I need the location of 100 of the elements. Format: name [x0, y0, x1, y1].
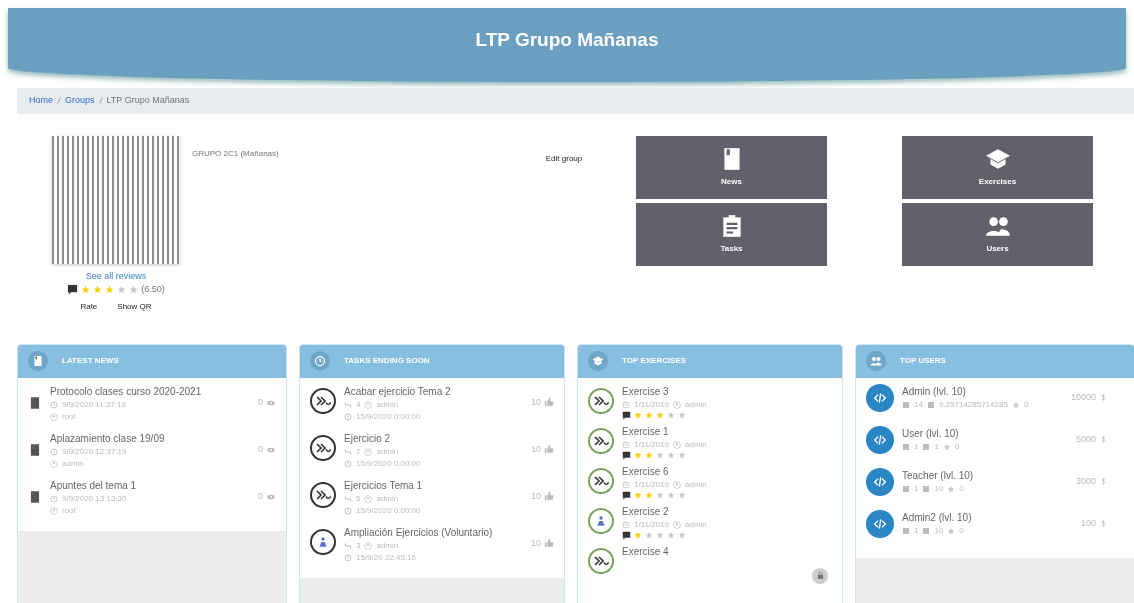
branch-icon [344, 541, 352, 550]
star-icon [634, 531, 642, 539]
clock-icon [344, 459, 352, 468]
coin-count: 5000 [1075, 432, 1096, 446]
branch-icon [344, 400, 352, 409]
news-date: 9/9/2020 13:13:30 [62, 492, 127, 505]
clock-icon [50, 400, 58, 409]
exercise-author: admin [685, 518, 707, 531]
panel-title: TOP EXERCISES [622, 355, 687, 367]
dollar-icon [1099, 518, 1108, 529]
star-icon [634, 411, 642, 419]
user-stat: 1 [914, 525, 919, 537]
breadcrumb-link[interactable]: Groups [65, 94, 95, 108]
user-icon [364, 541, 373, 550]
thumbs-up-icon [544, 491, 554, 502]
page-title: LTP Grupo Mañanas [474, 28, 660, 52]
exercise-item[interactable]: Exercise 4 [588, 543, 832, 574]
thumbs-up-icon [544, 397, 554, 408]
edit-group-button[interactable]: Edit group [522, 151, 606, 166]
star-icon [93, 285, 103, 295]
comment-icon [622, 410, 631, 420]
star-icon [656, 451, 664, 459]
star-icon [105, 285, 115, 295]
action-button[interactable]: Rate [79, 299, 99, 314]
user-name: User (lvl. 10) [902, 427, 960, 441]
like-count: 10 [531, 536, 541, 550]
square-icon [902, 527, 910, 535]
exercise-item[interactable]: Exercise 2 1/11/2019 admin [588, 503, 832, 540]
exercise-date: 1/11/2019 [634, 478, 669, 491]
nav-tile[interactable]: Tasks [636, 202, 827, 266]
comment-icon [622, 530, 631, 540]
nav-tile[interactable]: Exercises [902, 135, 1093, 199]
square-icon [922, 527, 931, 535]
clock-icon [50, 447, 58, 456]
exercise-item[interactable]: Exercise 3 1/11/2019 admin [588, 383, 832, 420]
lock-icon [815, 571, 825, 580]
user-icon [364, 494, 373, 503]
news-title: Protocolo clases curso 2020-2021 [50, 384, 202, 399]
breadcrumb-current: LTP Grupo Mañanas [106, 94, 190, 107]
user-stat: 9.25714285714285 [938, 399, 1008, 411]
dollar-icon [1099, 434, 1108, 445]
user-icon [364, 400, 373, 409]
nav-tile[interactable]: News [636, 135, 827, 199]
task-count: 7 [356, 445, 361, 458]
eye-icon [266, 399, 276, 407]
dollar-icon [1099, 392, 1108, 403]
star-icon [667, 531, 675, 539]
exercise-title: Exercise 4 [622, 544, 669, 559]
task-date: 15/9/20 22:45:16 [356, 551, 417, 564]
comment-icon [67, 284, 79, 296]
exercise-date: 1/11/2019 [634, 518, 669, 531]
branch-icon [344, 447, 352, 456]
star-icon [645, 411, 653, 419]
star-icon [656, 411, 664, 419]
panel-title: TASKS ENDING SOON [344, 355, 430, 367]
exercise-author: admin [685, 398, 707, 411]
star-icon [634, 491, 642, 499]
like-count: 10 [531, 442, 541, 456]
clock-icon [344, 553, 352, 562]
star-icon [667, 491, 675, 499]
exercise-item[interactable]: Exercise 6 1/11/2019 admin [588, 463, 832, 500]
star-icon [942, 443, 951, 451]
star-icon [947, 527, 956, 535]
user-icon [50, 506, 58, 515]
breadcrumb-link[interactable]: Home [29, 94, 53, 108]
clock-icon [622, 440, 630, 449]
nav-tile[interactable]: Users [902, 202, 1093, 266]
star-icon [667, 411, 675, 419]
user-stat: 14 [914, 399, 923, 411]
exercise-title: Exercise 6 [622, 464, 670, 479]
action-button[interactable]: Show QR [116, 299, 153, 314]
star-icon [645, 531, 653, 539]
book-icon [28, 442, 42, 458]
thumbs-up-icon [544, 444, 554, 455]
rating-score: (6.50) [141, 283, 165, 296]
exercise-date: 1/11/2019 [634, 398, 669, 411]
panel-title: LATEST NEWS [62, 355, 119, 367]
branch-icon [344, 494, 352, 503]
news-author: admin [62, 457, 84, 470]
star-icon [656, 531, 664, 539]
reviews-link[interactable]: See all reviews [85, 269, 147, 283]
square-icon [922, 443, 931, 451]
star-icon [1011, 401, 1020, 409]
coin-count: 10000 [1070, 390, 1096, 404]
panel-title: TOP USERS [900, 355, 946, 367]
exercise-title: Exercise 3 [622, 384, 670, 399]
user-stat: 1 [914, 441, 919, 453]
clock-icon [622, 480, 630, 489]
news-author: root [62, 410, 76, 423]
exercise-item[interactable]: Exercise 1 1/11/2019 admin [588, 423, 832, 460]
news-title: Aplazamiento clase 19/09 [50, 431, 165, 446]
task-title: Ejercicios Tema 1 [344, 478, 423, 493]
exercise-author: admin [685, 438, 707, 451]
star-icon [129, 285, 139, 295]
star-icon [678, 531, 686, 539]
user-name: Admin2 (lvl. 10) [902, 511, 972, 525]
task-title: Acabar ejercicio Tema 2 [344, 384, 451, 399]
exercise-author: admin [685, 478, 707, 491]
square-icon [902, 401, 910, 409]
news-date: 9/9/2020 11:37:18 [62, 398, 126, 411]
